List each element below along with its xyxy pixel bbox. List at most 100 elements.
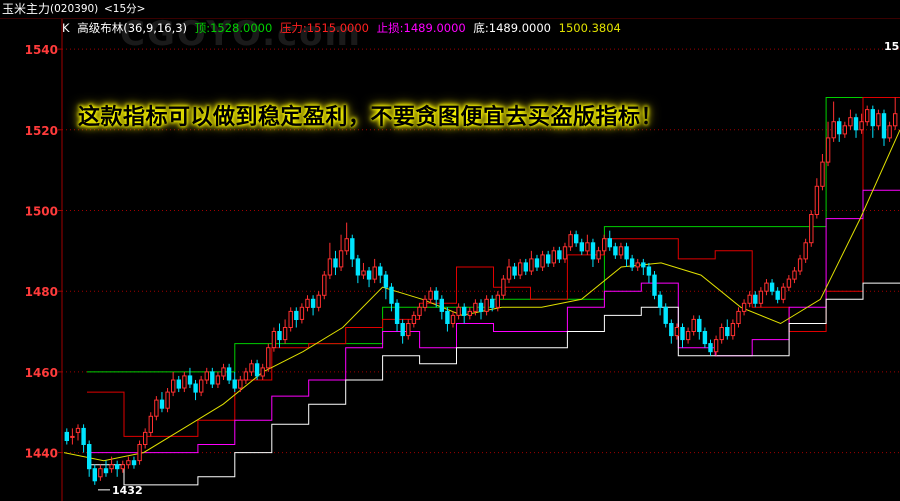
candle-body — [820, 161, 825, 187]
candle-body — [87, 444, 92, 470]
candle-body — [613, 246, 618, 256]
candle-body — [523, 262, 528, 272]
candle-body — [187, 375, 193, 385]
candle-body — [747, 294, 752, 304]
indicator-legend: K 高级布林(36,9,16,3) 顶:1528.0000 压力:1515.00… — [62, 21, 625, 37]
candle-body — [299, 306, 305, 320]
candle-body — [618, 246, 624, 256]
candle-body — [310, 298, 316, 308]
candle-body — [64, 431, 69, 441]
candle-body — [383, 274, 389, 288]
candle-body — [702, 331, 708, 345]
candle-body — [590, 242, 596, 260]
candle-body — [803, 242, 808, 260]
candle-body — [781, 286, 786, 300]
candle-body — [585, 242, 590, 252]
candle-body — [260, 367, 265, 377]
candle-body — [518, 262, 523, 276]
candle-body — [434, 290, 439, 300]
candle-body — [400, 323, 405, 337]
candle-body — [445, 310, 450, 324]
candle-body — [602, 238, 607, 252]
candle-body — [674, 327, 680, 337]
candle-body — [568, 234, 573, 248]
candle-body — [456, 306, 461, 316]
candle-body — [467, 310, 473, 316]
candle-body — [406, 323, 411, 337]
candle-body — [607, 238, 612, 248]
promo-banner-text: 这款指标可以做到稳定盈利，不要贪图便宜去买盗版指标！ — [78, 104, 664, 130]
candle-body — [837, 121, 842, 135]
candle-body — [786, 278, 792, 288]
candle-body — [870, 109, 875, 127]
candle-body — [333, 258, 338, 268]
candle-body — [534, 258, 540, 268]
candle-body — [120, 464, 125, 470]
candle-body — [417, 306, 422, 316]
chart-period[interactable]: <15分> — [104, 2, 145, 16]
candle-body — [685, 331, 691, 341]
candle-body — [865, 109, 870, 123]
candle-body — [713, 339, 719, 353]
candle-body — [103, 468, 109, 474]
candle-body — [81, 427, 86, 445]
candle-body — [663, 306, 668, 324]
candle-body — [215, 375, 221, 385]
candle-body — [361, 270, 366, 276]
candle-body — [506, 266, 512, 280]
low-price-label: 1432 — [112, 484, 143, 497]
candle-body — [842, 125, 847, 135]
candle-body — [624, 246, 629, 260]
candle-body — [171, 379, 176, 393]
candle-body — [389, 286, 394, 304]
candle-body — [199, 379, 204, 393]
candle-body — [764, 282, 769, 292]
chart-title-bar: 玉米主力 (020390) <15分> — [0, 0, 900, 19]
candle-body — [75, 427, 81, 433]
candle-body — [652, 274, 657, 296]
candlestick-chart[interactable]: 1440 1460 1480 1500 1520 1540 1432 152 — [0, 0, 900, 501]
candle-body — [792, 270, 797, 280]
candle-body — [657, 294, 663, 308]
candle-body — [238, 379, 243, 389]
candle-body — [221, 367, 226, 377]
candle-body — [210, 371, 215, 385]
candle-body — [574, 234, 579, 244]
candle-body — [182, 375, 187, 389]
candle-body — [825, 137, 831, 163]
candle-body — [680, 327, 685, 341]
candle-body — [294, 310, 299, 320]
y-tick-label: 1440 — [25, 447, 58, 461]
candle-body — [629, 258, 635, 268]
candle-body — [254, 363, 260, 377]
instrument-name[interactable]: 玉米主力 — [2, 2, 50, 16]
candle-body — [719, 327, 724, 341]
legend-pressure-value: 压力:1515.0000 — [279, 21, 370, 35]
y-tick-label: 1460 — [25, 366, 58, 380]
candle-body — [809, 214, 814, 244]
candle-body — [490, 298, 495, 308]
candle-body — [691, 318, 696, 332]
candle-body — [176, 379, 182, 389]
candle-body — [394, 302, 400, 324]
candle-body — [327, 258, 333, 276]
candle-body — [753, 294, 758, 304]
candle-body — [495, 294, 501, 308]
candle-body — [70, 435, 75, 438]
candle-body — [736, 310, 741, 324]
candle-body — [758, 290, 764, 304]
candle-body — [478, 302, 484, 312]
candle-body — [148, 415, 154, 433]
candle-body — [646, 266, 652, 276]
candle-body — [473, 302, 478, 312]
candle-body — [159, 399, 165, 409]
candle-body — [249, 363, 254, 373]
candle-body — [316, 294, 321, 308]
candle-body — [372, 266, 377, 280]
candle-body — [126, 460, 131, 466]
indicator-name[interactable]: 高级布林(36,9,16,3) — [77, 21, 187, 35]
candle-body — [741, 302, 747, 312]
instrument-code: (020390) — [50, 3, 99, 15]
candle-body — [282, 327, 288, 341]
y-tick-label: 1520 — [25, 124, 58, 138]
